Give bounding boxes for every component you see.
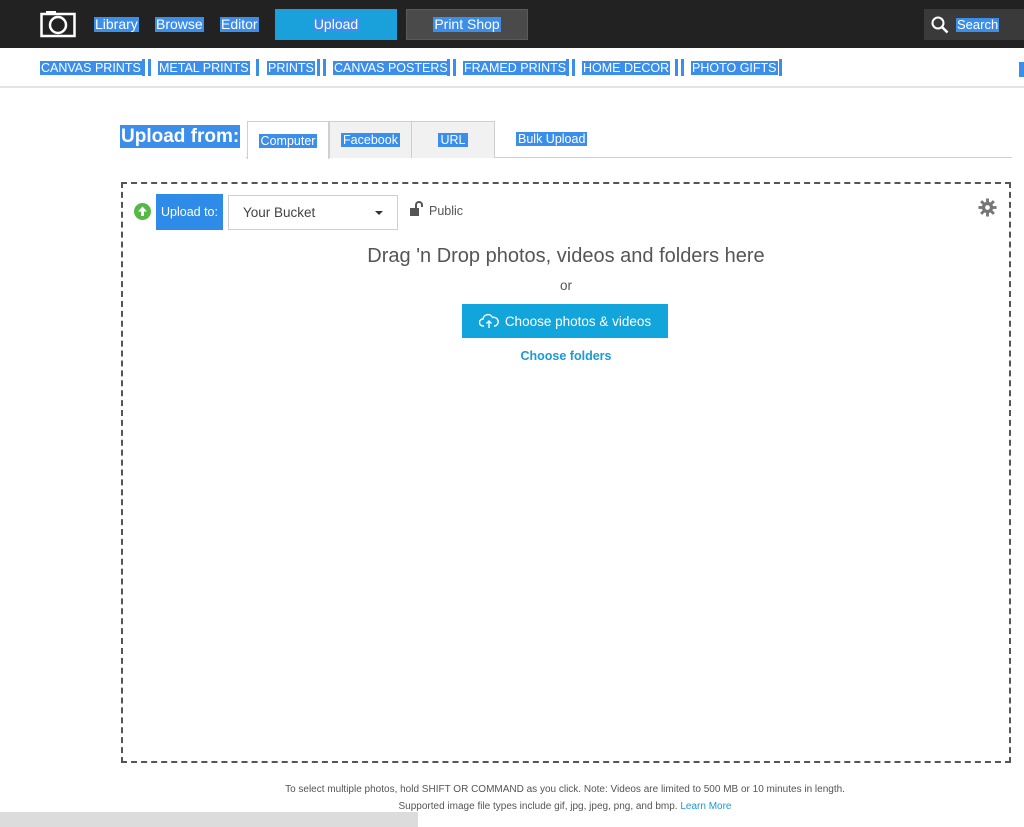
product-category-nav: CANVAS PRINTS METAL PRINTS PRINTS CANVAS… bbox=[0, 48, 1024, 88]
category-canvas-posters[interactable]: CANVAS POSTERS bbox=[333, 61, 449, 75]
cloud-upload-icon bbox=[478, 313, 499, 328]
upload-arrow-icon bbox=[134, 203, 151, 220]
category-separator bbox=[675, 59, 678, 76]
category-separator bbox=[148, 59, 151, 76]
category-separator bbox=[453, 59, 456, 76]
upload-to-button[interactable]: Upload to: bbox=[156, 194, 223, 230]
upload-nav-button[interactable]: Upload bbox=[275, 9, 397, 40]
privacy-toggle[interactable]: Public bbox=[429, 204, 463, 218]
drag-drop-instruction: Drag 'n Drop photos, videos and folders … bbox=[367, 245, 765, 267]
tab-facebook-label: Facebook bbox=[341, 133, 400, 147]
choose-photos-label: Choose photos & videos bbox=[504, 313, 652, 329]
category-separator bbox=[779, 59, 782, 76]
category-separator bbox=[256, 59, 259, 76]
bucket-select[interactable]: Your Bucket bbox=[228, 195, 398, 230]
tab-url[interactable]: URL bbox=[411, 121, 495, 158]
search-label: Search bbox=[956, 16, 1000, 32]
category-separator bbox=[317, 59, 320, 76]
upload-from-heading: Upload from: bbox=[120, 125, 241, 148]
file-types-text: Supported image file types include gif, … bbox=[398, 801, 678, 812]
nav-editor-link[interactable]: Editor bbox=[220, 17, 259, 32]
category-separator bbox=[447, 59, 450, 76]
gear-icon[interactable] bbox=[978, 198, 997, 217]
chevron-down-icon bbox=[375, 210, 383, 215]
or-separator: or bbox=[559, 278, 572, 293]
unlock-icon[interactable] bbox=[409, 201, 425, 217]
print-shop-label: Print Shop bbox=[433, 16, 501, 32]
horizontal-scrollbar[interactable] bbox=[0, 812, 418, 827]
category-photo-gifts[interactable]: PHOTO GIFTS bbox=[691, 61, 778, 75]
upload-to-label: Upload to: bbox=[161, 205, 218, 219]
camera-logo-icon[interactable] bbox=[40, 10, 76, 38]
drop-zone[interactable] bbox=[121, 182, 1011, 763]
choose-photos-button[interactable]: Choose photos & videos bbox=[462, 304, 668, 338]
category-separator bbox=[566, 59, 569, 76]
multi-select-note: To select multiple photos, hold SHIFT OR… bbox=[285, 784, 845, 795]
tab-facebook[interactable]: Facebook bbox=[329, 121, 412, 158]
upload-nav-label: Upload bbox=[312, 16, 360, 32]
category-separator bbox=[681, 59, 684, 76]
category-metal-prints[interactable]: METAL PRINTS bbox=[158, 61, 250, 75]
category-canvas-prints[interactable]: CANVAS PRINTS bbox=[40, 61, 142, 75]
bulk-upload-link[interactable]: Bulk Upload bbox=[516, 132, 588, 146]
search-icon bbox=[931, 16, 949, 33]
nav-library-link[interactable]: Library bbox=[94, 17, 139, 32]
category-separator bbox=[142, 59, 145, 76]
bucket-select-value: Your Bucket bbox=[243, 205, 316, 220]
top-navigation-bar: Library Browse Editor Upload Print Shop … bbox=[0, 0, 1024, 48]
nav-browse-link[interactable]: Browse bbox=[155, 17, 204, 32]
print-shop-button[interactable]: Print Shop bbox=[406, 9, 528, 40]
category-home-decor[interactable]: HOME DECOR bbox=[582, 61, 671, 75]
tab-computer[interactable]: Computer bbox=[247, 121, 329, 159]
choose-folders-link[interactable]: Choose folders bbox=[121, 349, 1011, 363]
category-separator bbox=[572, 59, 575, 76]
file-types-note: Supported image file types include gif, … bbox=[0, 801, 1024, 812]
tab-computer-label: Computer bbox=[258, 133, 318, 148]
search-button[interactable]: Search bbox=[924, 9, 1024, 40]
learn-more-link[interactable]: Learn More bbox=[680, 801, 731, 812]
category-separator bbox=[323, 59, 326, 76]
category-framed-prints[interactable]: FRAMED PRINTS bbox=[463, 61, 568, 75]
category-prints[interactable]: PRINTS bbox=[267, 61, 315, 75]
tab-url-label: URL bbox=[438, 133, 468, 147]
truncated-item-marker bbox=[1019, 62, 1024, 77]
